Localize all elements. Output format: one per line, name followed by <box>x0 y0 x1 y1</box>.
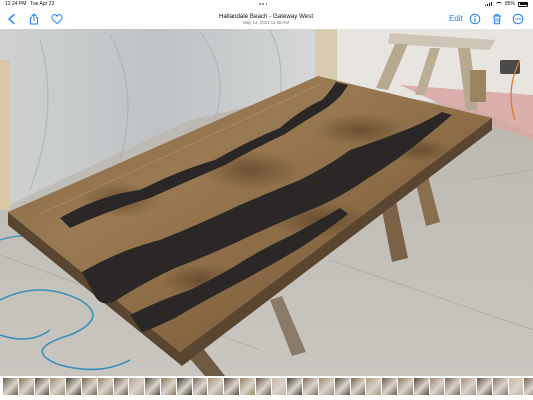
filmstrip-thumbnail[interactable] <box>208 378 224 395</box>
filmstrip-thumbnail[interactable] <box>34 378 50 395</box>
trash-icon[interactable] <box>491 13 503 25</box>
filmstrip-thumbnail[interactable] <box>66 378 81 395</box>
filmstrip-thumbnail[interactable] <box>224 378 239 395</box>
more-icon[interactable] <box>512 13 524 25</box>
back-chevron-icon[interactable] <box>6 13 18 25</box>
filmstrip-thumbnail[interactable] <box>287 378 303 395</box>
filmstrip-thumbnail[interactable] <box>18 378 34 395</box>
photo-location-title: Hallandale Beach - Gateway West <box>218 13 314 20</box>
status-date: Tue Apr 23 <box>30 1 55 7</box>
filmstrip-thumbnail[interactable] <box>429 378 445 395</box>
share-icon[interactable] <box>28 13 40 25</box>
filmstrip-thumbnails[interactable] <box>3 377 533 396</box>
battery-percent: 85% <box>504 1 515 7</box>
edit-button[interactable]: Edit <box>449 14 463 23</box>
filmstrip-thumbnail[interactable] <box>160 378 176 395</box>
filmstrip-thumbnail[interactable] <box>270 377 288 396</box>
filmstrip-thumbnail[interactable] <box>81 378 97 395</box>
filmstrip-thumbnail[interactable] <box>113 378 129 395</box>
signal-icon <box>484 2 493 6</box>
battery-icon <box>518 1 528 7</box>
wifi-icon <box>495 2 502 6</box>
filmstrip-thumbnail[interactable] <box>461 378 476 395</box>
info-icon[interactable] <box>469 13 481 25</box>
filmstrip-thumbnail[interactable] <box>50 378 66 395</box>
photo-filmstrip[interactable] <box>0 376 533 400</box>
filmstrip-thumbnail[interactable] <box>239 378 255 395</box>
filmstrip-thumbnail[interactable] <box>303 378 318 395</box>
filmstrip-thumbnail[interactable] <box>318 378 334 395</box>
filmstrip-thumbnail[interactable] <box>176 378 192 395</box>
filmstrip-thumbnail[interactable] <box>413 378 429 395</box>
filmstrip-thumbnail[interactable] <box>445 378 461 395</box>
filmstrip-thumbnail[interactable] <box>524 378 533 395</box>
heart-icon[interactable] <box>51 13 63 25</box>
photo-toolbar: Hallandale Beach - Gateway West May 13, … <box>0 9 533 29</box>
filmstrip-thumbnail[interactable] <box>397 378 413 395</box>
filmstrip-thumbnail[interactable] <box>192 378 208 395</box>
filmstrip-thumbnail[interactable] <box>255 378 271 395</box>
photo-date-subtitle: May 13, 2021 11:08 AM <box>242 20 290 25</box>
filmstrip-thumbnail[interactable] <box>366 378 382 395</box>
filmstrip-thumbnail[interactable] <box>350 378 366 395</box>
filmstrip-thumbnail[interactable] <box>382 378 397 395</box>
filmstrip-thumbnail[interactable] <box>3 378 18 395</box>
photo-viewer[interactable] <box>0 29 533 376</box>
filmstrip-thumbnail[interactable] <box>476 378 492 395</box>
filmstrip-thumbnail[interactable] <box>145 378 160 395</box>
status-bar: 12:24 PM Tue Apr 23 85% <box>0 0 533 9</box>
status-time: 12:24 PM <box>5 1 27 7</box>
filmstrip-thumbnail[interactable] <box>492 378 508 395</box>
filmstrip-thumbnail[interactable] <box>97 378 113 395</box>
filmstrip-thumbnail[interactable] <box>129 378 145 395</box>
table-photo <box>0 29 533 376</box>
filmstrip-thumbnail[interactable] <box>334 378 350 395</box>
multitasking-dots-icon[interactable] <box>259 3 268 5</box>
filmstrip-thumbnail[interactable] <box>508 378 524 395</box>
status-indicators: 85% <box>484 1 528 7</box>
